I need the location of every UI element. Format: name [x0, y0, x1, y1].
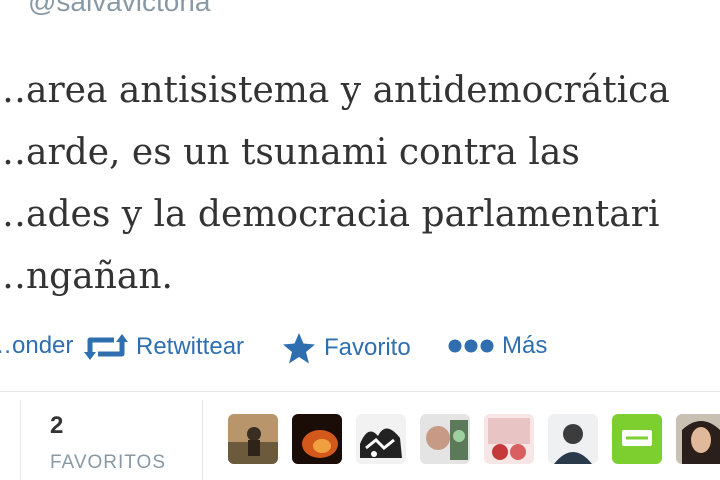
tweet-stats: 2 FAVORITOS [0, 392, 720, 480]
more-dots-icon [448, 338, 494, 354]
favorite-label: Favorito [324, 334, 411, 361]
avatar[interactable] [228, 414, 278, 464]
favorites-count[interactable]: 2 [50, 412, 63, 440]
avatar[interactable] [484, 414, 534, 464]
favorites-label[interactable]: FAVORITOS [50, 452, 166, 474]
avatar[interactable] [548, 414, 598, 464]
reply-label: …onder [0, 332, 74, 359]
tweet-line: …ngañan. [0, 256, 173, 297]
retweet-button[interactable]: Retwittear [84, 332, 244, 362]
tweet-line: …area antisistema y antidemocrática [0, 70, 670, 111]
more-button[interactable]: Más [448, 332, 547, 360]
avatar[interactable] [292, 414, 342, 464]
avatar[interactable] [356, 414, 406, 464]
retweet-label: Retwittear [136, 333, 245, 360]
favorite-button[interactable]: Favorito [282, 332, 411, 364]
tweet-text: …area antisistema y antidemocrática …ard… [0, 60, 720, 308]
tweet-actions: …onder Retwittear Favorito [0, 326, 720, 370]
tweet-line: …ades y la democracia parlamentari [0, 194, 660, 235]
avatar[interactable] [420, 414, 470, 464]
star-icon [282, 332, 316, 364]
reply-button[interactable]: …onder [0, 332, 73, 360]
stats-divider [20, 400, 21, 480]
avatar[interactable] [676, 414, 720, 464]
user-handle[interactable]: @salvavictoria [28, 0, 210, 18]
more-label: Más [502, 332, 548, 359]
stats-divider [202, 400, 203, 480]
tweet-line: …arde, es un tsunami contra las [0, 132, 580, 173]
retweet-icon [84, 332, 128, 362]
avatar[interactable] [612, 414, 662, 464]
